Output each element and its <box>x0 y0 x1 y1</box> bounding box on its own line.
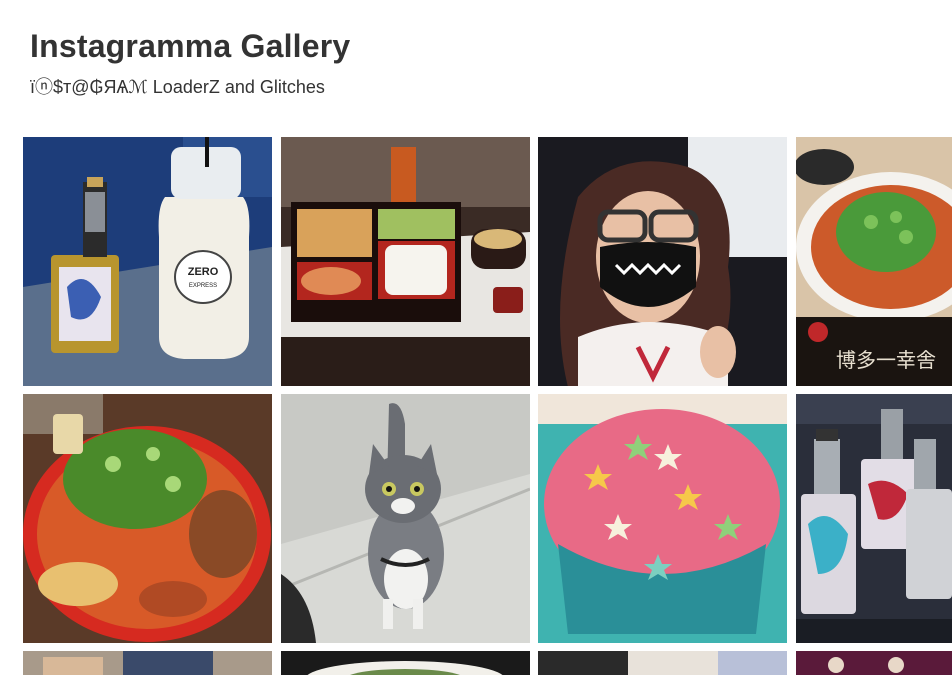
svg-text:EXPRESS: EXPRESS <box>189 283 217 289</box>
photo-tile-vape-milk[interactable]: ZERO EXPRESS <box>23 137 272 386</box>
photo-row3-4 <box>796 651 952 675</box>
svg-text:ZERO: ZERO <box>188 266 219 278</box>
photo-tile-row3-1[interactable] <box>23 651 272 675</box>
photo-bento <box>281 137 530 386</box>
photo-vape-milk: ZERO EXPRESS <box>23 137 272 386</box>
photo-cupcake <box>538 394 787 643</box>
photo-tile-row3-4[interactable] <box>796 651 952 675</box>
photo-tile-kitten[interactable] <box>281 394 530 643</box>
photo-row3-3 <box>538 651 787 675</box>
photo-spicy-ramen <box>23 394 272 643</box>
photo-tile-row3-2[interactable] <box>281 651 530 675</box>
ramen-shop-sign: 博多一幸舎 <box>836 348 936 372</box>
photo-tile-ramen-hakata[interactable]: 博多一幸舎 <box>796 137 952 386</box>
photo-tile-masked-selfie[interactable] <box>538 137 787 386</box>
photo-anime-mods <box>796 394 952 643</box>
photo-ramen-hakata: 博多一幸舎 <box>796 137 952 386</box>
photo-row3-2 <box>281 651 530 675</box>
photo-kitten <box>281 394 530 643</box>
photo-grid: ZERO EXPRESS 博多一幸舎 <box>0 0 952 675</box>
photo-tile-spicy-ramen[interactable] <box>23 394 272 643</box>
photo-tile-anime-mods[interactable] <box>796 394 952 643</box>
photo-row3-1 <box>23 651 272 675</box>
photo-tile-cupcake[interactable] <box>538 394 787 643</box>
photo-tile-bento[interactable] <box>281 137 530 386</box>
photo-masked-selfie <box>538 137 787 386</box>
photo-tile-row3-3[interactable] <box>538 651 787 675</box>
